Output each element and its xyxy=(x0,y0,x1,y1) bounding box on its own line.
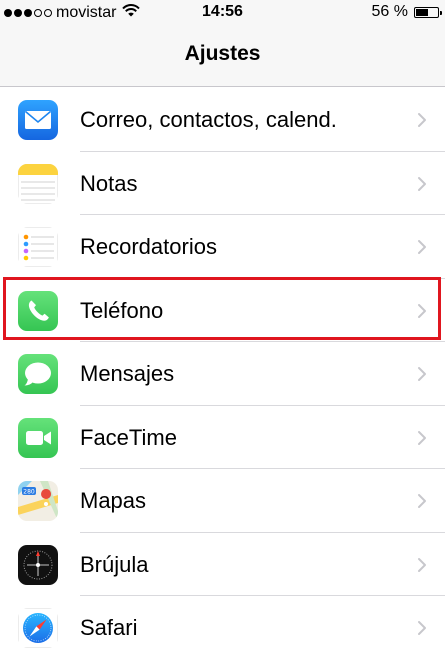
chevron-right-icon xyxy=(418,430,426,445)
safari-icon xyxy=(18,608,58,648)
mail-icon xyxy=(18,100,58,140)
chevron-right-icon xyxy=(418,240,426,254)
status-bar: movistar 14:56 56 % xyxy=(0,0,445,26)
settings-row-label: Notas xyxy=(80,170,138,196)
settings-row-label: Mapas xyxy=(80,488,147,513)
settings-row-label: Brújula xyxy=(80,551,149,577)
notes-icon xyxy=(18,163,58,204)
navigation-bar: Ajustes xyxy=(0,26,445,87)
settings-row-label: Safari xyxy=(80,615,138,640)
chevron-right-icon xyxy=(418,494,426,508)
maps-icon: 280 xyxy=(18,481,58,521)
settings-row-facetime[interactable]: FaceTime xyxy=(0,406,445,469)
settings-row-compass[interactable]: Brújula xyxy=(0,533,445,596)
settings-row-label: Mensajes xyxy=(80,361,175,386)
phone-icon xyxy=(18,290,58,331)
chevron-right-icon xyxy=(418,621,426,635)
chevron-right-icon xyxy=(418,176,426,191)
settings-row-label: Recordatorios xyxy=(80,234,217,259)
reminders-icon xyxy=(18,227,58,267)
chevron-right-icon xyxy=(418,303,426,318)
chevron-right-icon xyxy=(418,367,426,381)
svg-text:280: 280 xyxy=(23,488,35,495)
facetime-icon xyxy=(18,417,58,458)
battery-percentage: 56 % xyxy=(371,3,408,20)
chevron-right-icon xyxy=(418,113,426,127)
settings-list: Correo, contactos, calend. Notas Recorda… xyxy=(0,88,445,660)
settings-row-label: Teléfono xyxy=(80,297,164,323)
settings-row-messages[interactable]: Mensajes xyxy=(0,342,445,406)
settings-row-label: FaceTime xyxy=(80,424,177,450)
settings-row-notes[interactable]: Notas xyxy=(0,152,445,215)
chevron-right-icon xyxy=(418,557,426,572)
settings-row-phone[interactable]: Teléfono xyxy=(0,279,445,342)
status-right: 56 % xyxy=(371,3,442,21)
compass-icon xyxy=(18,544,58,585)
messages-icon xyxy=(18,354,58,394)
settings-row-maps[interactable]: 280 Mapas xyxy=(0,469,445,533)
settings-row-reminders[interactable]: Recordatorios xyxy=(0,215,445,279)
settings-row-safari[interactable]: Safari xyxy=(0,596,445,660)
page-title: Ajustes xyxy=(184,42,261,65)
settings-row-label: Correo, contactos, calend. xyxy=(80,107,337,132)
battery-fill xyxy=(416,8,428,16)
battery-icon xyxy=(414,6,442,18)
settings-row-mail[interactable]: Correo, contactos, calend. xyxy=(0,88,445,152)
